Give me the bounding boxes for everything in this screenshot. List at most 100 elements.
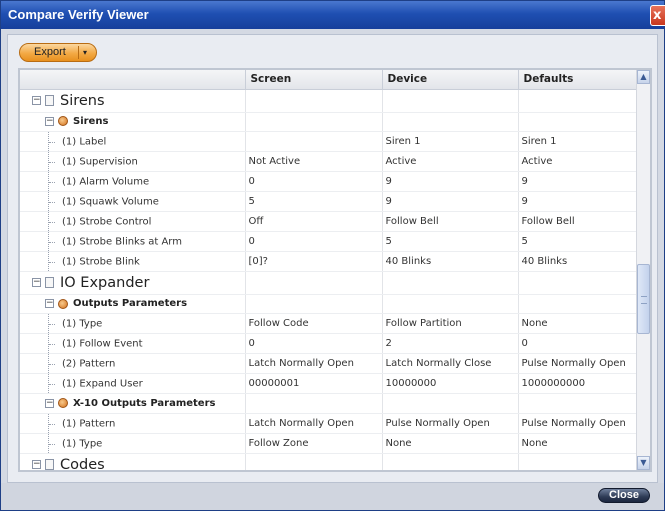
category-row[interactable]: − Sirens	[20, 89, 650, 113]
defaults-cell: 9	[518, 171, 650, 192]
device-cell: 9	[382, 191, 519, 212]
screen-cell: 0	[245, 231, 383, 252]
screen-cell	[245, 131, 383, 152]
compare-verify-window: Compare Verify Viewer x Export ▾ Screen …	[0, 0, 665, 511]
defaults-cell: Siren 1	[518, 131, 650, 152]
screen-cell: 0	[245, 333, 383, 355]
tree-cell: (1) Type	[20, 313, 246, 335]
tree-cell: − Codes	[20, 453, 246, 472]
collapse-icon[interactable]: −	[45, 299, 54, 309]
collapse-icon[interactable]: −	[32, 278, 41, 288]
device-cell: 2	[382, 333, 519, 355]
table-row[interactable]: (1) Type Follow Zone None None	[20, 433, 650, 454]
close-button[interactable]: Close	[598, 488, 650, 503]
defaults-cell	[518, 393, 650, 414]
device-cell: None	[382, 433, 519, 454]
collapse-icon[interactable]: −	[45, 398, 54, 408]
category-label: Sirens	[60, 92, 105, 109]
defaults-cell: 1000000000	[518, 373, 650, 395]
screen-cell: 00000001	[245, 373, 383, 395]
table-row[interactable]: (1) Pattern Latch Normally Open Pulse Norm…	[20, 413, 650, 434]
page-icon	[45, 95, 54, 106]
group-row[interactable]: − Outputs Parameters	[20, 294, 650, 315]
tree-connector	[48, 354, 62, 373]
tree-cell: (1) Supervision	[20, 151, 246, 172]
table-row[interactable]: (1) Squawk Volume 5 9 9	[20, 191, 650, 212]
field-label: (1) Type	[62, 318, 103, 330]
defaults-cell: 9	[518, 191, 650, 212]
collapse-icon[interactable]: −	[32, 460, 41, 470]
tree-connector	[48, 413, 62, 433]
device-cell: Follow Bell	[382, 211, 519, 232]
category-label: Codes	[60, 456, 105, 472]
defaults-cell	[518, 89, 650, 113]
column-header-defaults[interactable]: Defaults	[518, 70, 650, 90]
table-row[interactable]: (1) Follow Event 0 2 0	[20, 333, 650, 355]
field-label: (1) Pattern	[62, 418, 116, 430]
device-cell: Pulse Normally Open	[382, 413, 519, 434]
group-icon	[58, 298, 68, 309]
device-cell	[382, 393, 519, 414]
category-row[interactable]: − IO Expander	[20, 271, 650, 295]
defaults-cell: None	[518, 433, 650, 454]
content-panel: Export ▾ Screen Device Defaults − Sirens −…	[7, 34, 658, 483]
table-row[interactable]: (1) Type Follow Code Follow Partition None	[20, 313, 650, 335]
table-row[interactable]: (2) Pattern Latch Normally Open Latch Norm…	[20, 353, 650, 375]
scroll-down-icon[interactable]: ▼	[637, 456, 650, 470]
defaults-cell: Active	[518, 151, 650, 172]
screen-cell: Not Active	[245, 151, 383, 172]
field-label: (1) Strobe Blinks at Arm	[62, 236, 182, 248]
screen-cell: 0	[245, 171, 383, 192]
tree-cell: (1) Follow Event	[20, 333, 246, 355]
group-row[interactable]: − X-10 Outputs Parameters	[20, 393, 650, 414]
table-row[interactable]: (1) Strobe Blink [0]? 40 Blinks 40 Blinks	[20, 251, 650, 272]
device-cell: 9	[382, 171, 519, 192]
field-label: (1) Strobe Control	[62, 216, 152, 228]
tree-cell: (1) Strobe Blinks at Arm	[20, 231, 246, 252]
table-row[interactable]: (1) Strobe Control Off Follow Bell Follow B…	[20, 211, 650, 232]
vertical-scrollbar[interactable]: ▲ ▼	[636, 70, 650, 470]
screen-cell	[245, 453, 383, 470]
field-label: (1) Expand User	[62, 378, 143, 390]
table-row[interactable]: (1) Label Siren 1 Siren 1	[20, 131, 650, 152]
screen-cell	[245, 112, 383, 132]
export-button[interactable]: Export ▾	[19, 43, 97, 62]
screen-cell: Follow Zone	[245, 433, 383, 454]
export-button-label: Export	[34, 46, 66, 58]
field-label: (1) Squawk Volume	[62, 196, 159, 208]
collapse-icon[interactable]: −	[45, 116, 54, 126]
screen-cell: Off	[245, 211, 383, 232]
tree-cell: − Outputs Parameters	[20, 294, 246, 315]
tree-cell: − Sirens	[20, 112, 246, 132]
title-bar: Compare Verify Viewer	[1, 1, 664, 29]
category-label: IO Expander	[60, 274, 150, 291]
collapse-icon[interactable]: −	[32, 96, 41, 105]
page-icon	[45, 277, 54, 289]
device-cell: Latch Normally Close	[382, 353, 519, 375]
column-header-screen[interactable]: Screen	[245, 70, 383, 90]
tree-cell: (1) Label	[20, 131, 246, 152]
table-row[interactable]: (1) Strobe Blinks at Arm 0 5 5	[20, 231, 650, 252]
column-header-device[interactable]: Device	[382, 70, 519, 90]
device-cell: 5	[382, 231, 519, 252]
device-cell: Siren 1	[382, 131, 519, 152]
group-icon	[58, 116, 68, 127]
group-row[interactable]: − Sirens	[20, 112, 650, 132]
scroll-up-icon[interactable]: ▲	[637, 70, 650, 84]
tree-cell: (1) Strobe Control	[20, 211, 246, 232]
column-header-name[interactable]	[20, 70, 246, 90]
tree-connector	[48, 131, 62, 151]
chevron-down-icon[interactable]: ▾	[83, 44, 87, 61]
tree-connector	[48, 171, 62, 191]
screen-cell: Latch Normally Open	[245, 413, 383, 434]
window-close-icon[interactable]: x	[650, 5, 665, 26]
table-row[interactable]: (1) Alarm Volume 0 9 9	[20, 171, 650, 192]
scroll-thumb[interactable]	[637, 264, 650, 334]
table-row[interactable]: (1) Expand User 00000001 10000000 100000000…	[20, 373, 650, 395]
device-cell: Active	[382, 151, 519, 172]
table-row[interactable]: (1) Supervision Not Active Active Active	[20, 151, 650, 172]
field-label: (1) Label	[62, 136, 107, 148]
defaults-cell: Follow Bell	[518, 211, 650, 232]
screen-cell	[245, 271, 383, 295]
category-row[interactable]: − Codes	[20, 453, 650, 472]
